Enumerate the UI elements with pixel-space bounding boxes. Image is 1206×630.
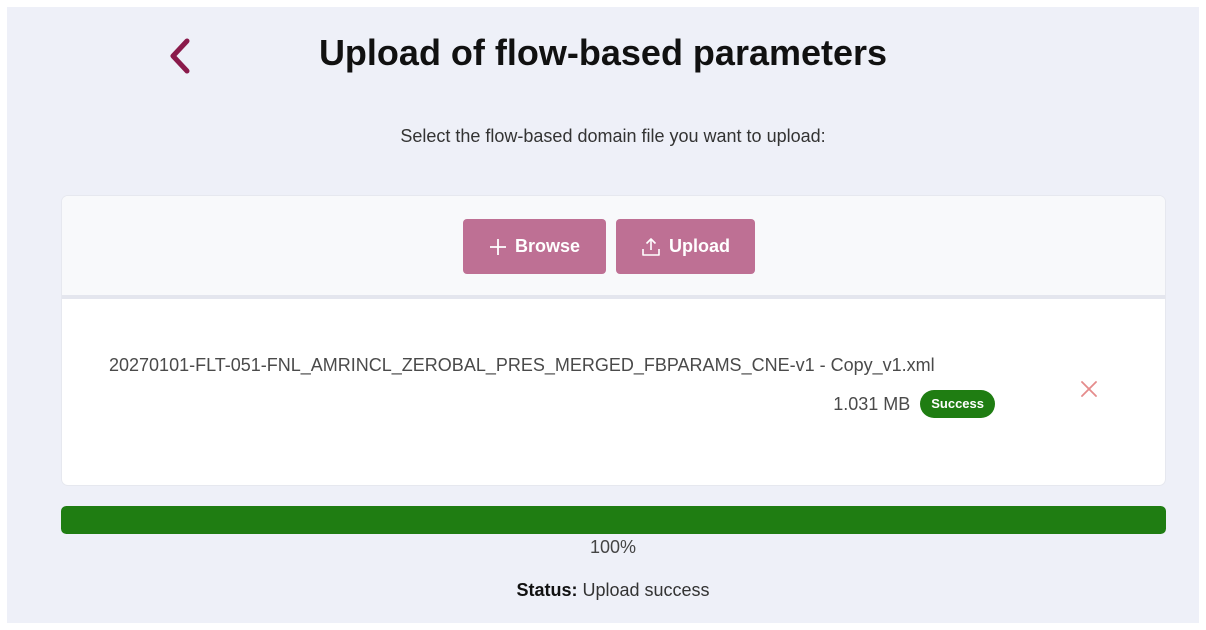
status-key: Status: xyxy=(516,580,578,600)
instructions-text: Select the flow-based domain file you wa… xyxy=(400,126,826,146)
browse-label: Browse xyxy=(514,236,581,256)
upload-card: Browse Upload 20270101-FLT-051-FNL_AMRIN… xyxy=(62,196,1165,485)
close-icon xyxy=(1080,380,1098,403)
status-value: Upload success xyxy=(582,580,710,600)
upload-button[interactable]: Upload xyxy=(616,219,755,274)
page-title: Upload of flow-based parameters xyxy=(318,32,888,73)
file-meta: 1.031 MB Success xyxy=(833,390,995,418)
remove-file-button[interactable] xyxy=(1077,379,1101,403)
upload-toolbar: Browse Upload xyxy=(62,196,1165,299)
progress-bar xyxy=(61,506,1166,534)
file-name: 20270101-FLT-051-FNL_AMRINCL_ZEROBAL_PRE… xyxy=(109,355,935,375)
progress-bar-fill xyxy=(61,506,1166,534)
file-list-item: 20270101-FLT-051-FNL_AMRINCL_ZEROBAL_PRE… xyxy=(62,299,1165,485)
plus-icon xyxy=(489,238,507,256)
status-badge: Success xyxy=(920,390,995,418)
upload-label: Upload xyxy=(669,236,730,256)
progress-percent: 100% xyxy=(589,537,637,557)
browse-button[interactable]: Browse xyxy=(463,219,606,274)
status-line: Status: Upload success xyxy=(0,580,1206,601)
file-size: 1.031 MB xyxy=(833,393,911,414)
upload-icon xyxy=(641,237,661,257)
